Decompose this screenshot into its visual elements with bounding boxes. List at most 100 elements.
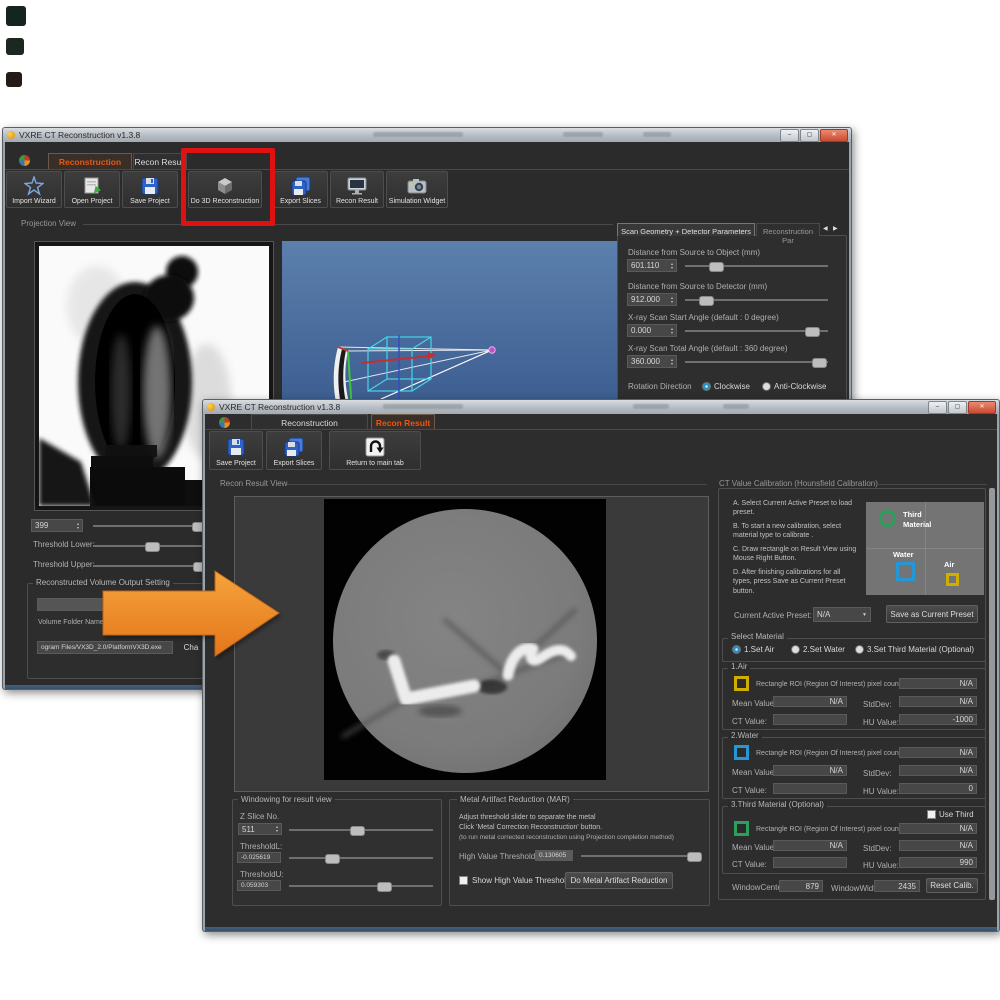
slider-handle[interactable]: [709, 262, 724, 272]
threshold-upper-slider[interactable]: [93, 565, 203, 567]
export-slices-button[interactable]: Export Slices: [273, 171, 328, 208]
threshold-u-slider[interactable]: [289, 885, 433, 887]
spin-down-icon[interactable]: ▾: [671, 331, 673, 335]
maximize-button[interactable]: ▢: [948, 401, 967, 414]
set-air-radio[interactable]: [732, 645, 741, 654]
slider-handle[interactable]: [377, 882, 392, 892]
high-value-threshold-input[interactable]: 0.130605: [535, 850, 573, 861]
maximize-button[interactable]: ▢: [800, 129, 819, 142]
source-detector-distance-input[interactable]: 912.000 ▴▾: [627, 293, 677, 306]
spinner-icons[interactable]: ▴▾: [671, 327, 673, 335]
third-mean-field[interactable]: N/A: [773, 840, 847, 851]
window-width-field[interactable]: 2435: [874, 880, 920, 892]
tab-recon-result[interactable]: Recon Result: [133, 153, 187, 169]
threshold-l-input[interactable]: -0.025619: [237, 852, 281, 863]
front-window-titlebar[interactable]: VXRE CT Reconstruction v1.3.8 – ▢ ✕: [203, 400, 999, 414]
desktop-icon[interactable]: [6, 6, 26, 26]
slider-handle[interactable]: [325, 854, 340, 864]
close-button[interactable]: ✕: [820, 129, 848, 142]
spin-down-icon[interactable]: ▾: [671, 300, 673, 304]
tab-scroll-left-icon[interactable]: ◀: [823, 225, 828, 232]
projection-slice-slider[interactable]: [93, 525, 203, 527]
tab-reconstruction[interactable]: Reconstruction: [48, 153, 132, 169]
water-stddev-field[interactable]: N/A: [899, 765, 977, 776]
slider-handle[interactable]: [145, 542, 160, 552]
threshold-u-input[interactable]: 0.059303: [237, 880, 281, 891]
current-preset-dropdown[interactable]: N/A ▼: [813, 607, 871, 622]
source-object-distance-input[interactable]: 601.110 ▴▾: [627, 259, 677, 272]
slider-handle[interactable]: [350, 826, 365, 836]
source-detector-distance-slider[interactable]: [685, 299, 828, 301]
scan-total-angle-slider[interactable]: [685, 361, 828, 363]
water-mean-field[interactable]: N/A: [773, 765, 847, 776]
slider-handle[interactable]: [812, 358, 827, 368]
threshold-l-slider[interactable]: [289, 857, 433, 859]
water-hu-field[interactable]: 0: [899, 783, 977, 794]
back-window-titlebar[interactable]: VXRE CT Reconstruction v1.3.8 – ▢ ✕: [3, 128, 851, 142]
slider-handle[interactable]: [687, 852, 702, 862]
third-stddev-field[interactable]: N/A: [899, 840, 977, 851]
open-project-button[interactable]: Open Project: [64, 171, 120, 208]
save-project-button[interactable]: Save Project: [209, 431, 263, 470]
tab-reconstruction-params[interactable]: Reconstruction Par: [756, 223, 820, 236]
clockwise-radio[interactable]: [702, 382, 711, 391]
app-icon: [207, 403, 215, 411]
recon-result-viewport[interactable]: [234, 496, 709, 792]
air-ct-field[interactable]: [773, 714, 847, 725]
source-object-distance-slider[interactable]: [685, 265, 828, 267]
tab-recon-result[interactable]: Recon Result: [371, 414, 435, 429]
high-value-threshold-slider[interactable]: [581, 855, 701, 857]
spin-down-icon[interactable]: ▾: [671, 362, 673, 366]
tab-scan-geometry[interactable]: Scan Geometry + Detector Parameters: [617, 223, 755, 236]
water-roi-count-field[interactable]: N/A: [899, 747, 977, 758]
z-slice-input[interactable]: 511 ▴▾: [238, 823, 282, 835]
air-stddev-field[interactable]: N/A: [899, 696, 977, 707]
third-ct-field[interactable]: [773, 857, 847, 868]
scan-start-angle-input[interactable]: 0.000 ▴▾: [627, 324, 677, 337]
minimize-button[interactable]: –: [780, 129, 799, 142]
reset-calib-button[interactable]: Reset Calib.: [926, 878, 978, 893]
recon-result-button[interactable]: Recon Result: [330, 171, 384, 208]
desktop-icon[interactable]: [6, 38, 24, 55]
minimize-button[interactable]: –: [928, 401, 947, 414]
return-main-tab-button[interactable]: Return to main tab: [329, 431, 421, 470]
air-mean-field[interactable]: N/A: [773, 696, 847, 707]
tab-scroll-right-icon[interactable]: ▶: [833, 225, 838, 232]
scan-total-angle-input[interactable]: 360.000 ▴▾: [627, 355, 677, 368]
air-roi-count-field[interactable]: N/A: [899, 678, 977, 689]
spinner-icons[interactable]: ▴▾: [77, 522, 79, 530]
use-third-checkbox[interactable]: [927, 810, 936, 819]
third-hu-field[interactable]: 990: [899, 857, 977, 868]
spin-down-icon[interactable]: ▾: [276, 829, 278, 833]
spin-down-icon[interactable]: ▾: [671, 266, 673, 270]
set-third-radio[interactable]: [855, 645, 864, 654]
save-project-button[interactable]: Save Project: [122, 171, 178, 208]
export-slices-button[interactable]: Export Slices: [266, 431, 322, 470]
z-slice-slider[interactable]: [289, 829, 433, 831]
window-center-field[interactable]: 879: [779, 880, 823, 892]
simulation-widget-button[interactable]: Simulation Widget: [386, 171, 448, 208]
spinner-icons[interactable]: ▴▾: [276, 825, 278, 833]
projection-slice-input[interactable]: 399 ▴▾: [31, 519, 83, 532]
third-roi-count-field[interactable]: N/A: [899, 823, 977, 834]
water-ct-field[interactable]: [773, 783, 847, 794]
calibration-scrollbar[interactable]: [989, 488, 995, 900]
scan-start-angle-slider[interactable]: [685, 330, 828, 332]
spinner-icons[interactable]: ▴▾: [671, 262, 673, 270]
anti-clockwise-radio[interactable]: [762, 382, 771, 391]
slider-handle[interactable]: [805, 327, 820, 337]
slider-handle[interactable]: [699, 296, 714, 306]
spinner-icons[interactable]: ▴▾: [671, 296, 673, 304]
air-hu-field[interactable]: -1000: [899, 714, 977, 725]
do-mar-button[interactable]: Do Metal Artifact Reduction: [565, 872, 673, 889]
spin-down-icon[interactable]: ▾: [77, 526, 79, 530]
threshold-lower-slider[interactable]: [93, 545, 203, 547]
spinner-icons[interactable]: ▴▾: [671, 358, 673, 366]
close-button[interactable]: ✕: [968, 401, 996, 414]
set-water-radio[interactable]: [791, 645, 800, 654]
show-high-value-checkbox[interactable]: [459, 876, 468, 885]
import-wizard-button[interactable]: Import Wizard: [6, 171, 62, 208]
save-preset-button[interactable]: Save as Current Preset: [886, 605, 978, 623]
desktop-icon[interactable]: [6, 72, 22, 87]
tab-reconstruction[interactable]: Reconstruction: [251, 414, 368, 429]
